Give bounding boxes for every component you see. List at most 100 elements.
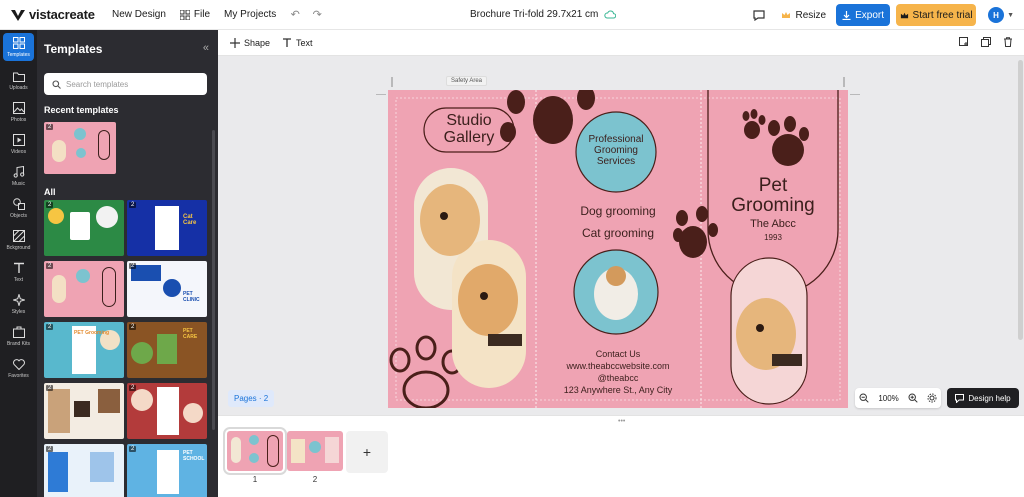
template-thumb[interactable]: 2 (44, 200, 124, 256)
new-design-label: New Design (112, 9, 166, 20)
page-thumb-2[interactable] (287, 431, 343, 471)
rail-item-label: Text (13, 277, 24, 283)
thumb-shape (48, 452, 68, 492)
canvas-scrollbar[interactable] (1018, 60, 1023, 340)
file-menu-button[interactable]: File (179, 9, 210, 20)
comment-icon[interactable] (751, 7, 767, 23)
studio-gallery-title[interactable]: Studio Gallery (424, 112, 514, 146)
panel-scrollbar[interactable] (212, 130, 215, 430)
rail-item-styles[interactable]: Styles (0, 288, 37, 320)
pages-button[interactable]: Pages · 2 (228, 390, 275, 407)
vistacreate-logo-icon (11, 9, 25, 21)
template-thumb[interactable]: PET Grooming 2 (44, 322, 124, 378)
add-page-button[interactable]: + (346, 431, 388, 473)
my-projects-label: My Projects (224, 9, 277, 20)
cat-grooming-text[interactable]: Cat grooming (558, 226, 678, 240)
rail-item-uploads[interactable]: Uploads (0, 64, 37, 96)
page-thumb-1[interactable] (223, 427, 287, 475)
export-button[interactable]: Export (836, 4, 891, 26)
zoom-level[interactable]: 100% (878, 394, 898, 403)
contact-block[interactable]: Contact Us www.theabccwebsite.com @theab… (548, 348, 688, 396)
resize-button[interactable]: Resize (781, 10, 826, 21)
year-text[interactable]: 1993 (713, 233, 833, 242)
thumb-shape (96, 206, 118, 228)
document-title[interactable]: Brochure Tri-fold 29.7x21 cm (470, 9, 617, 20)
rail-item-text[interactable]: Text (0, 256, 37, 288)
shape-tool-label: Shape (244, 37, 271, 48)
zoom-in-icon[interactable] (908, 393, 918, 403)
text-tool-button[interactable]: Text (282, 38, 313, 48)
pages-badge: 2 (129, 385, 137, 391)
panel-title: Templates (44, 42, 103, 56)
services-heading[interactable]: Professional Grooming Services (576, 134, 656, 167)
trash-icon[interactable] (1002, 36, 1014, 48)
design-help-button[interactable]: Design help (947, 388, 1019, 408)
thumb-shape (155, 206, 179, 250)
rail-item-music[interactable]: Music (0, 160, 37, 192)
thumb-shape (249, 435, 259, 445)
pages-badge: 2 (129, 324, 137, 330)
template-thumb[interactable]: 2 (44, 261, 124, 317)
dog-grooming-text[interactable]: Dog grooming (558, 204, 678, 218)
add-frame-icon[interactable] (958, 36, 970, 48)
settings-gear-icon[interactable] (927, 393, 937, 403)
pages-badge: 2 (46, 202, 54, 208)
thumb-capsule (98, 130, 110, 160)
search-box[interactable] (44, 73, 207, 95)
new-design-button[interactable]: New Design (112, 9, 166, 20)
studio-text: Studio (446, 112, 492, 129)
rail-item-favorites[interactable]: Favorites (0, 352, 37, 384)
rail-item-bckground[interactable]: Bckground (0, 224, 37, 256)
gallery-text: Gallery (443, 129, 495, 146)
brochure-canvas[interactable]: Studio Gallery Professional Grooming Ser… (388, 90, 848, 408)
zoom-out-icon[interactable] (859, 393, 870, 403)
template-thumb[interactable]: 2 (44, 383, 124, 439)
text-icon (283, 37, 292, 47)
strip-drag-handle[interactable]: ••• (618, 418, 625, 425)
logo[interactable]: vistacreate (10, 7, 96, 22)
pet-grooming-title[interactable]: Pet Grooming (713, 176, 833, 216)
paw-print-icon (742, 109, 809, 166)
thumb-text: Cat Care (183, 214, 197, 226)
top-bar-actions: Resize Export Start free trial H ▼ (751, 4, 1014, 26)
template-thumb[interactable]: 2 (127, 383, 207, 439)
thumb-shape (48, 208, 64, 224)
thumb-shape (309, 441, 321, 453)
rail-item-label: Templates (7, 52, 30, 58)
music-icon (12, 165, 26, 179)
template-thumb[interactable]: PET SCHOOL 2 (127, 444, 207, 497)
rail-item-brand-kits[interactable]: Brand Kits (0, 320, 37, 352)
rail-item-objects[interactable]: Objects (0, 192, 37, 224)
brand-name-text[interactable]: The Abcc (713, 218, 833, 230)
rail-item-label: Styles (11, 309, 26, 315)
rail-item-templates[interactable]: Templates (3, 33, 34, 61)
thumb-shape (267, 435, 279, 467)
chevron-down-icon[interactable]: ▼ (1007, 12, 1014, 19)
search-input[interactable] (66, 79, 201, 89)
shape-tool-button[interactable]: Shape (230, 37, 271, 48)
thumb-dog-image (52, 140, 66, 162)
undo-icon[interactable]: ↶ (288, 8, 302, 22)
grooming-text: Grooming (731, 195, 815, 216)
search-icon (52, 79, 61, 89)
collapse-panel-icon[interactable]: « (203, 42, 209, 54)
redo-icon[interactable]: ↷ (310, 8, 324, 22)
duplicate-icon[interactable] (980, 36, 992, 48)
rail-item-videos[interactable]: Videos (0, 128, 37, 160)
chat-icon (955, 393, 965, 403)
rail-item-photos[interactable]: Photos (0, 96, 37, 128)
rail-item-label: Brand Kits (6, 341, 31, 347)
thumb-shape (48, 389, 70, 433)
start-free-trial-button[interactable]: Start free trial (896, 4, 977, 26)
recent-template-thumb[interactable]: 2 (44, 122, 116, 174)
grid-icon (179, 9, 190, 20)
template-thumb[interactable]: PET CARE 2 (127, 322, 207, 378)
my-projects-link[interactable]: My Projects (224, 9, 276, 20)
template-thumb[interactable]: 2 (44, 444, 124, 497)
template-thumb[interactable]: PET CLINIC 2 (127, 261, 207, 317)
resize-label: Resize (795, 9, 827, 21)
template-thumb[interactable]: Cat Care 2 (127, 200, 207, 256)
thumb-circle (76, 148, 86, 158)
page-number-2: 2 (312, 475, 318, 484)
avatar[interactable]: H (988, 7, 1005, 23)
